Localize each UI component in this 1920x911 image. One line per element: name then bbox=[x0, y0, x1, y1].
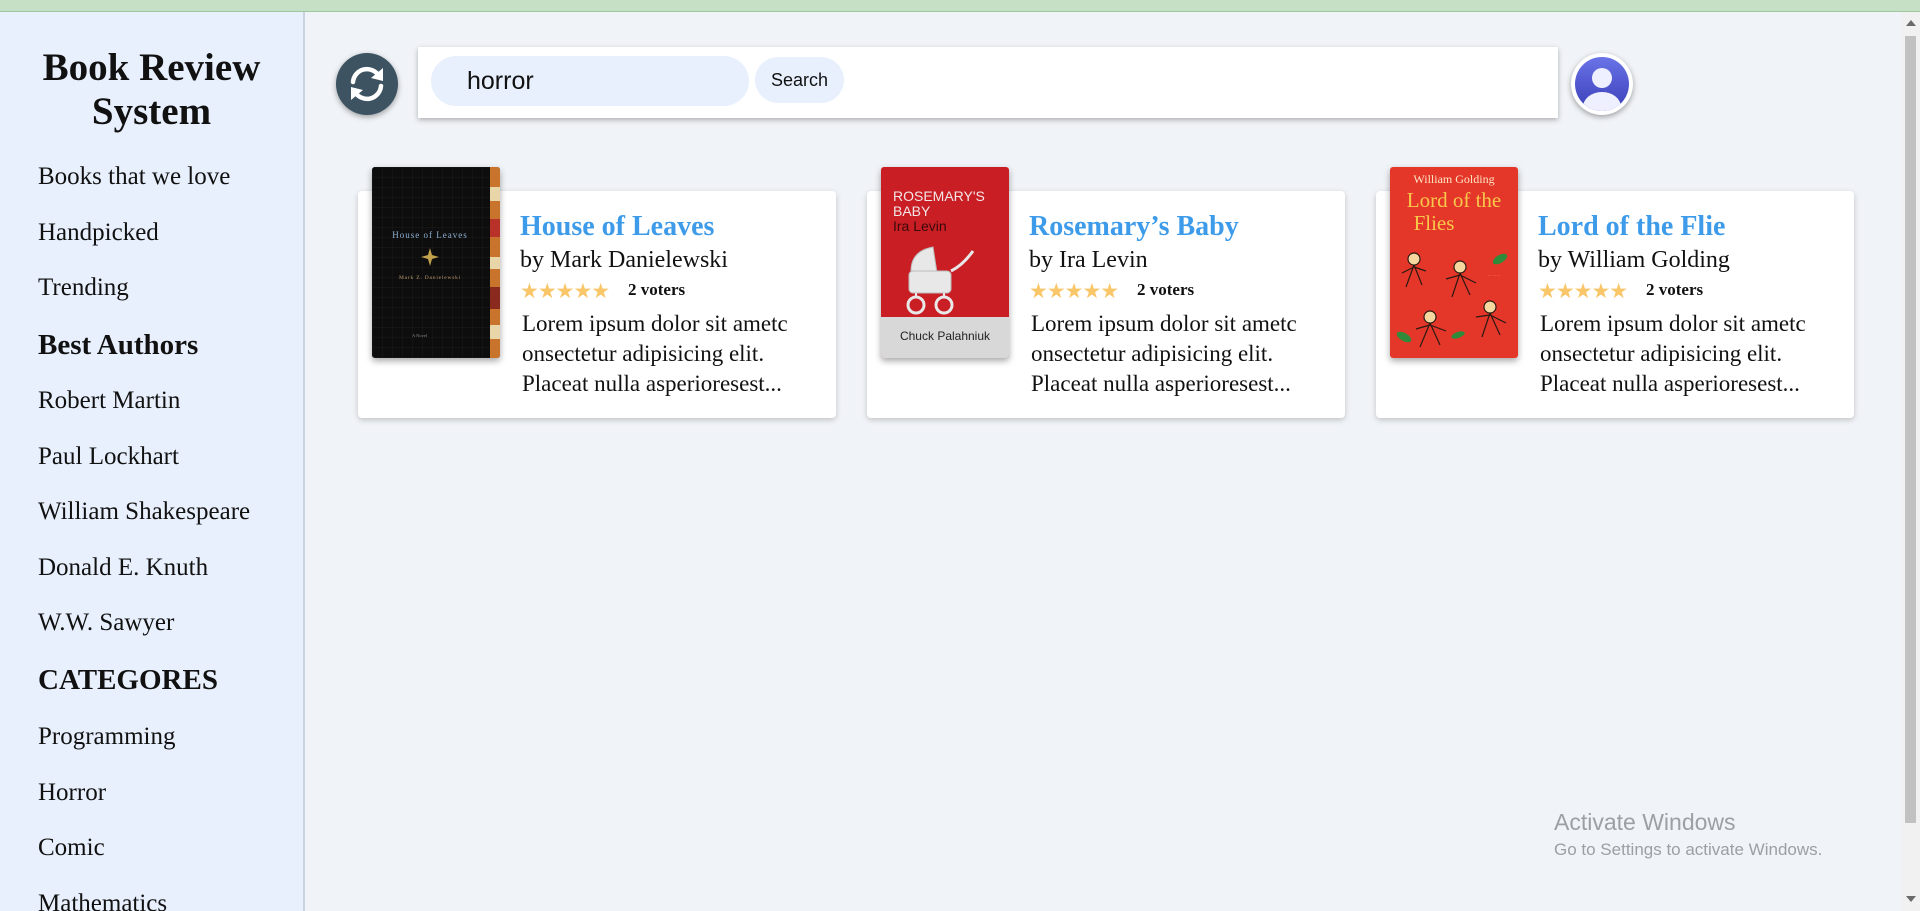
svg-text:Mark Z. Danielewski: Mark Z. Danielewski bbox=[399, 275, 461, 281]
sidebar: Book Review System Books that we love Ha… bbox=[0, 12, 305, 911]
svg-text:ROSEMARY'S: ROSEMARY'S bbox=[893, 188, 985, 204]
sidebar-author-paul-lockhart[interactable]: Paul Lockhart bbox=[38, 443, 179, 471]
sidebar-link-handpicked[interactable]: Handpicked bbox=[38, 219, 159, 247]
book-cover-image[interactable]: House of Leaves Mark Z. Danielewski A No… bbox=[372, 167, 500, 358]
sidebar-author-ww-sawyer[interactable]: W.W. Sawyer bbox=[38, 609, 174, 637]
book-title-link[interactable]: Lord of the Flie bbox=[1538, 211, 1725, 243]
browser-top-strip bbox=[0, 0, 1920, 12]
search-button[interactable]: Search bbox=[755, 57, 844, 103]
book-cover-image[interactable]: ROSEMARY'S BABY Ira Levin Chuck Palahniu… bbox=[881, 167, 1009, 358]
svg-text:Lord of the: Lord of the bbox=[1407, 188, 1501, 212]
user-avatar-icon bbox=[1575, 57, 1629, 111]
watermark-subtitle: Go to Settings to activate Windows. bbox=[1554, 840, 1823, 859]
svg-text:House of Leaves: House of Leaves bbox=[392, 230, 467, 240]
book-cover-image[interactable]: William Golding Lord of the Flies · · · … bbox=[1390, 167, 1518, 358]
scroll-down-arrow-icon[interactable] bbox=[1906, 896, 1916, 902]
sidebar-author-donald-knuth[interactable]: Donald E. Knuth bbox=[38, 554, 208, 582]
book-description: Lorem ipsum dolor sit ametc onsectetur a… bbox=[1031, 311, 1297, 396]
activate-windows-watermark: Activate Windows Go to Settings to activ… bbox=[1554, 808, 1822, 862]
book-card-lord-of-the-flies[interactable]: William Golding Lord of the Flies · · · … bbox=[1376, 167, 1854, 418]
search-input[interactable] bbox=[431, 56, 749, 106]
search-bar: Search bbox=[418, 47, 1558, 118]
svg-text:Chuck Palahniuk: Chuck Palahniuk bbox=[900, 329, 991, 343]
watermark-title: Activate Windows bbox=[1554, 809, 1736, 835]
book-description: Lorem ipsum dolor sit ametc onsectetur a… bbox=[1540, 311, 1806, 396]
refresh-button[interactable] bbox=[336, 53, 398, 115]
sync-icon bbox=[350, 66, 384, 102]
svg-text:William Golding: William Golding bbox=[1413, 172, 1494, 186]
svg-text:· · · · · ·: · · · · · · bbox=[1488, 274, 1500, 278]
book-card-house-of-leaves[interactable]: House of Leaves Mark Z. Danielewski A No… bbox=[358, 167, 836, 418]
sidebar-category-comic[interactable]: Comic bbox=[38, 834, 105, 862]
svg-text:BABY: BABY bbox=[893, 203, 931, 219]
voters-count: 2 voters bbox=[1646, 280, 1704, 299]
sidebar-category-programming[interactable]: Programming bbox=[38, 723, 176, 751]
best-authors-heading: Best Authors bbox=[38, 329, 199, 361]
star-rating: ★★★★★ bbox=[1538, 279, 1628, 303]
sidebar-author-william-shakespeare[interactable]: William Shakespeare bbox=[38, 498, 250, 526]
voters-count: 2 voters bbox=[628, 280, 686, 299]
book-card-rosemarys-baby[interactable]: ROSEMARY'S BABY Ira Levin Chuck Palahniu… bbox=[867, 167, 1345, 418]
book-title-link[interactable]: Rosemary’s Baby bbox=[1029, 211, 1239, 243]
svg-text:A Novel: A Novel bbox=[412, 333, 428, 338]
sidebar-link-books-we-love[interactable]: Books that we love bbox=[38, 163, 230, 191]
categories-heading: CATEGORES bbox=[38, 664, 218, 696]
book-title-link[interactable]: House of Leaves bbox=[520, 211, 714, 243]
svg-text:Ira Levin: Ira Levin bbox=[893, 218, 947, 234]
sidebar-author-robert-martin[interactable]: Robert Martin bbox=[38, 387, 180, 415]
book-author: by William Golding bbox=[1538, 247, 1730, 273]
book-author: by Ira Levin bbox=[1029, 247, 1148, 273]
star-rating: ★★★★★ bbox=[1029, 279, 1119, 303]
app-title: Book Review System bbox=[42, 46, 261, 133]
scroll-up-arrow-icon[interactable] bbox=[1906, 20, 1916, 26]
scrollbar-thumb[interactable] bbox=[1905, 36, 1916, 823]
page-scrollbar[interactable] bbox=[1901, 12, 1920, 911]
book-description: Lorem ipsum dolor sit ametc onsectetur a… bbox=[522, 311, 788, 396]
star-rating: ★★★★★ bbox=[520, 279, 610, 303]
sidebar-link-trending[interactable]: Trending bbox=[38, 274, 129, 302]
sidebar-category-mathematics[interactable]: Mathematics bbox=[38, 890, 167, 911]
voters-count: 2 voters bbox=[1137, 280, 1195, 299]
sidebar-category-horror[interactable]: Horror bbox=[38, 779, 106, 807]
svg-text:Flies: Flies bbox=[1414, 211, 1455, 235]
user-avatar[interactable] bbox=[1571, 53, 1633, 115]
book-author: by Mark Danielewski bbox=[520, 247, 728, 273]
